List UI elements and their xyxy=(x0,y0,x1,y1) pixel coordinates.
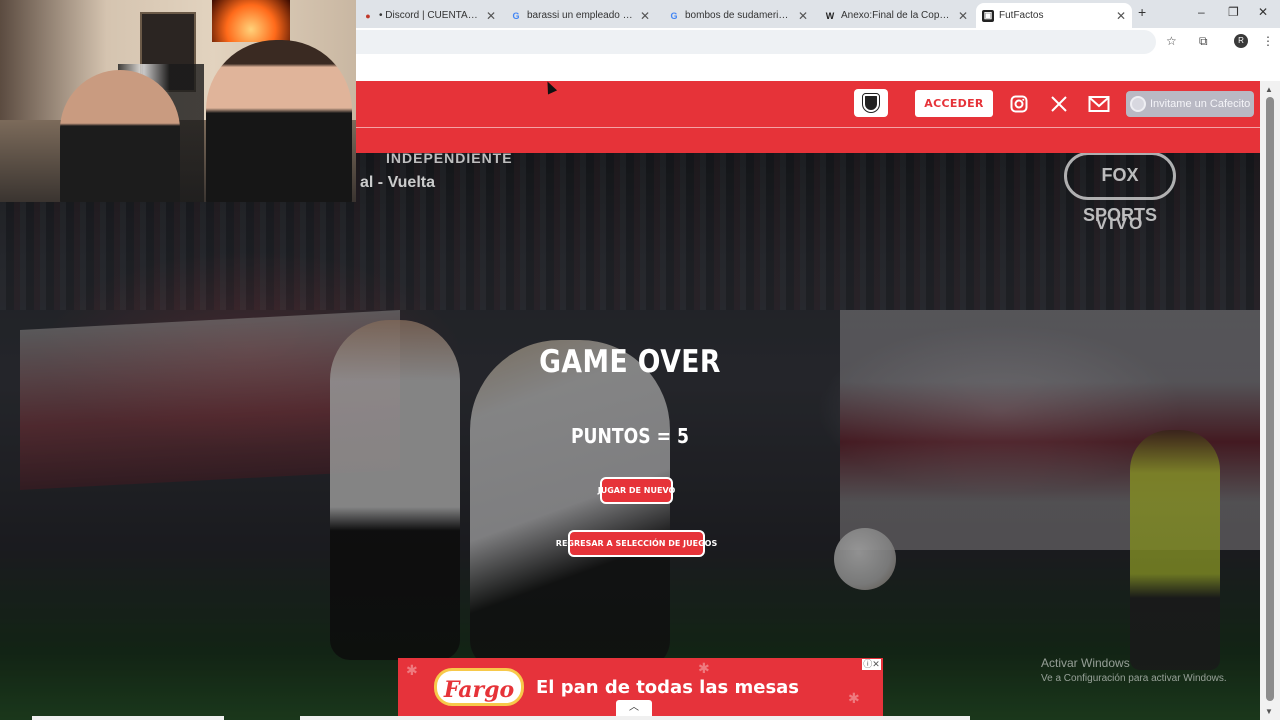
google-icon: G xyxy=(512,10,520,21)
broadcaster-live-label: VIVO xyxy=(1095,214,1145,233)
close-icon[interactable]: ✕ xyxy=(1116,9,1126,23)
wikipedia-icon: W xyxy=(825,10,835,21)
address-bar-row: ☆ ⧉ R ⋮ xyxy=(356,28,1280,56)
futfactos-icon: ▣ xyxy=(982,9,994,22)
webcam-streamer-left xyxy=(60,70,180,202)
webcam-fireplace-screen xyxy=(212,0,290,42)
instagram-icon[interactable] xyxy=(1008,93,1030,115)
menu-kebab-icon[interactable]: ⋮ xyxy=(1262,34,1274,48)
page-scrollbar[interactable]: ▲ ▼ xyxy=(1260,81,1280,720)
close-window-button[interactable]: ✕ xyxy=(1258,5,1268,19)
video-leg-label: al - Vuelta xyxy=(360,174,435,191)
close-icon[interactable]: ✕ xyxy=(958,9,968,23)
game-over-title: GAME OVER xyxy=(539,344,721,380)
horizontal-scroll-track xyxy=(300,716,970,720)
scroll-down-icon[interactable]: ▼ xyxy=(1265,707,1273,716)
extensions-icon[interactable]: ⧉ xyxy=(1199,34,1208,49)
tab-title: Anexo:Final de la Copa Sudamericana xyxy=(841,10,952,21)
ad-snowflake-icon: ✱ xyxy=(698,660,710,676)
play-again-button[interactable]: JUGAR DE NUEVO xyxy=(598,477,675,504)
tab-wikipedia[interactable]: W Anexo:Final de la Copa Sudamericana ✕ xyxy=(818,3,974,28)
watermark-title: Activar Windows xyxy=(1041,656,1130,670)
score-text: PUNTOS = 5 xyxy=(570,424,690,448)
profile-avatar[interactable]: R xyxy=(1234,34,1248,48)
tab-google-search-2[interactable]: G bombos de sudamericana 2020 ✕ xyxy=(662,3,814,28)
close-icon[interactable]: ✕ xyxy=(640,9,650,23)
site-header: ACCEDER Invitame un Cafecito xyxy=(356,81,1260,153)
url-input[interactable] xyxy=(356,30,1156,54)
tab-discord[interactable]: ● • Discord | CUENTANOS~UN~CHISTE ✕ xyxy=(356,3,502,28)
browser-tab-bar: ● • Discord | CUENTANOS~UN~CHISTE ✕ G ba… xyxy=(356,0,1280,28)
page-top-strip xyxy=(356,56,1280,81)
chevron-up-icon: ︿ xyxy=(629,702,639,713)
minimize-button[interactable]: – xyxy=(1198,5,1205,19)
tab-title: FutFactos xyxy=(999,10,1044,21)
scroll-up-icon[interactable]: ▲ xyxy=(1265,85,1273,94)
discord-icon: ● xyxy=(365,10,371,21)
broadcaster-name: FOX SPORTS xyxy=(1064,152,1176,225)
new-tab-button[interactable]: + xyxy=(1138,4,1146,20)
coffee-cup-icon xyxy=(1130,96,1146,112)
cafecito-button[interactable]: Invitame un Cafecito xyxy=(1126,91,1254,117)
cafecito-label: Invitame un Cafecito xyxy=(1150,98,1251,110)
tab-title: • Discord | CUENTANOS~UN~CHISTE xyxy=(379,10,480,21)
mail-icon[interactable] xyxy=(1088,93,1110,115)
login-button[interactable]: ACCEDER xyxy=(915,90,993,117)
close-icon[interactable]: ✕ xyxy=(486,9,496,23)
back-to-games-button[interactable]: REGRESAR A SELECCIÓN DE JUEGOS xyxy=(556,530,717,557)
restore-button[interactable]: ❐ xyxy=(1228,5,1239,19)
webcam-overlay xyxy=(0,0,356,202)
tab-futfactos[interactable]: ▣ FutFactos ✕ xyxy=(976,3,1132,28)
tab-title: bombos de sudamericana 2020 xyxy=(685,10,792,21)
ad-tagline: El pan de todas las mesas xyxy=(536,677,800,698)
horizontal-scroll-track-left xyxy=(32,716,224,720)
ad-close-button[interactable]: ⓘ✕ xyxy=(862,659,881,670)
close-icon[interactable]: ✕ xyxy=(798,9,808,23)
shield-logo-icon xyxy=(862,93,880,113)
ad-snowflake-icon: ✱ xyxy=(848,690,860,706)
bookmark-star-icon[interactable]: ☆ xyxy=(1166,34,1177,48)
google-icon: G xyxy=(670,10,678,21)
webcam-streamer-right xyxy=(206,40,352,202)
ad-snowflake-icon: ✱ xyxy=(406,662,418,678)
tab-title: barassi un empleado ferroviario xyxy=(527,10,634,21)
ad-collapse-button[interactable]: ︿ xyxy=(616,700,652,716)
x-icon[interactable] xyxy=(1048,93,1070,115)
header-divider xyxy=(356,127,1260,128)
windows-activation-watermark: Activar Windows Ve a Configuración para … xyxy=(1041,656,1227,684)
broadcaster-logo: FOX SPORTS VIVO xyxy=(1062,152,1178,242)
watermark-subtitle: Ve a Configuración para activar Windows. xyxy=(1041,673,1227,684)
scrollbar-thumb[interactable] xyxy=(1266,97,1274,701)
site-logo-button[interactable] xyxy=(854,89,888,117)
ad-brand-logo: Fargo xyxy=(434,668,524,706)
tab-google-search-1[interactable]: G barassi un empleado ferroviario ✕ xyxy=(504,3,656,28)
